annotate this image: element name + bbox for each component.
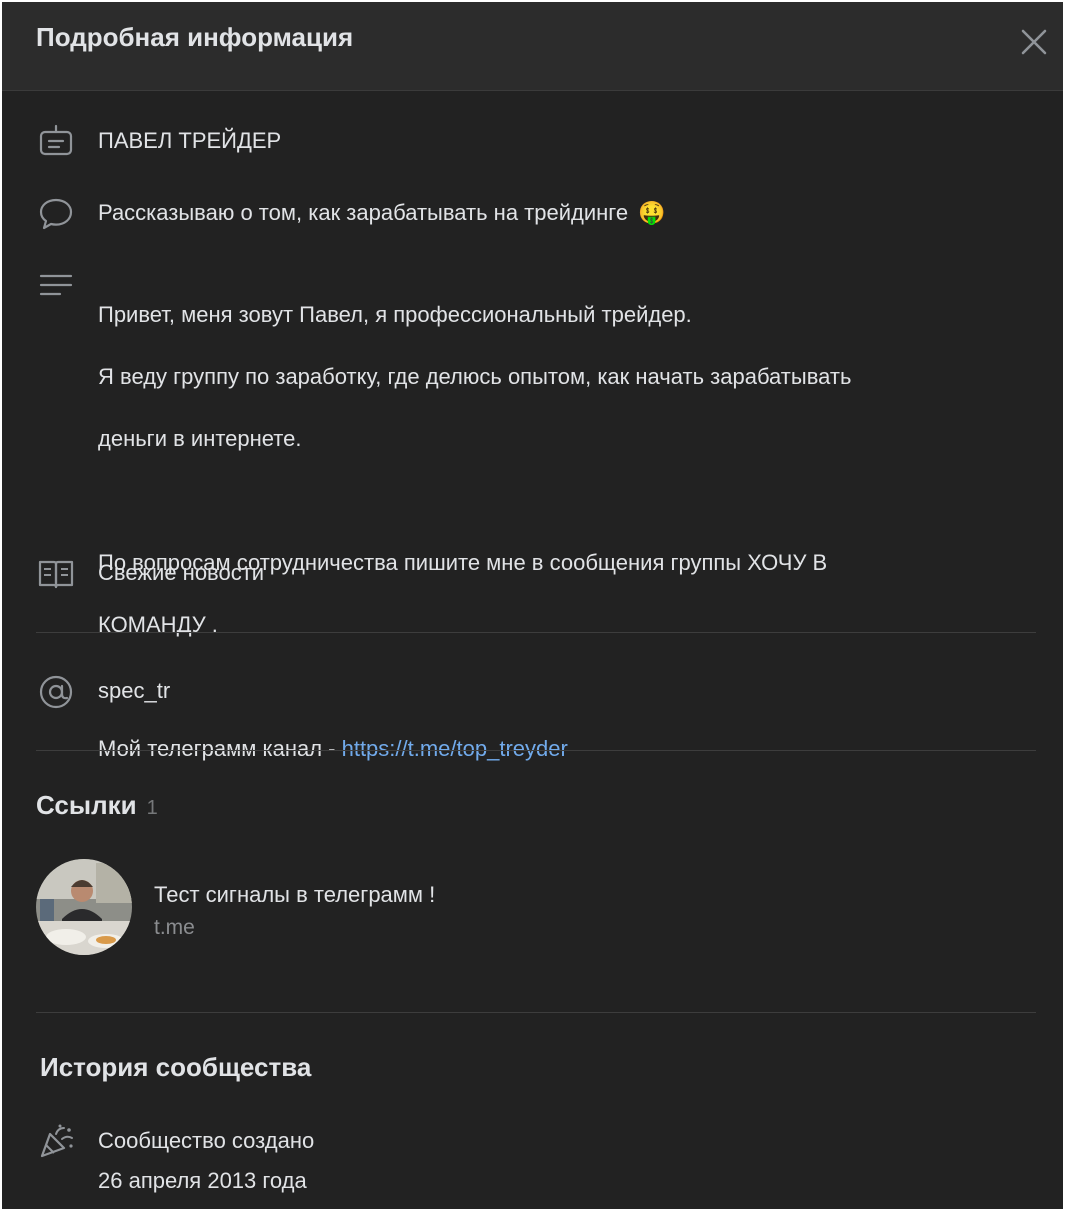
link-title[interactable]: Тест сигналы в телеграмм ! xyxy=(154,882,435,908)
telegram-line: Мой телеграмм канал - https://t.me/top_t… xyxy=(98,733,1018,764)
money-face-emoji: 🤑 xyxy=(638,200,666,225)
divider xyxy=(36,1012,1036,1013)
description-line: деньги в интернете. xyxy=(98,426,302,451)
history-section-title: История сообщества xyxy=(40,1052,312,1082)
link-domain: t.me xyxy=(154,916,195,939)
short-name[interactable]: spec_tr xyxy=(98,678,170,704)
history-event: Сообщество создано xyxy=(98,1128,315,1153)
modal-title: Подробная информация xyxy=(36,22,354,52)
at-sign-icon xyxy=(39,675,73,709)
telegram-prefix: Мой телеграмм канал - xyxy=(98,736,342,761)
text-lines-icon xyxy=(39,274,73,296)
avatar-photo xyxy=(36,859,132,955)
telegram-link[interactable]: https://t.me/top_treyder xyxy=(342,736,568,761)
divider xyxy=(36,750,1036,751)
news-link[interactable]: Свежие новости xyxy=(98,560,264,586)
links-count: 1 xyxy=(146,797,158,819)
bot-icon xyxy=(39,124,73,156)
community-description: Привет, меня зовут Павел, я профессионал… xyxy=(98,268,1018,795)
link-avatar xyxy=(36,859,132,955)
description-line: Я веду группу по заработку, где делюсь о… xyxy=(98,364,852,389)
close-button[interactable] xyxy=(1016,24,1052,60)
status-text: Рассказываю о том, как зарабатывать на т… xyxy=(98,200,629,225)
links-title: Ссылки xyxy=(36,790,137,820)
divider xyxy=(36,632,1036,633)
community-status: Рассказываю о том, как зарабатывать на т… xyxy=(98,200,666,226)
modal-header: Подробная информация xyxy=(2,2,1063,91)
close-icon xyxy=(1021,29,1047,55)
speech-bubble-icon xyxy=(39,198,73,230)
party-popper-icon xyxy=(40,1124,73,1158)
description-line: КОМАНДУ . xyxy=(98,612,218,637)
details-modal: Подробная информация ПАВЕЛ ТРЕЙДЕР Расск… xyxy=(2,2,1063,1209)
links-section-title: Ссылки 1 xyxy=(36,790,158,821)
community-name: ПАВЕЛ ТРЕЙДЕР xyxy=(98,128,282,153)
history-date: 26 апреля 2013 года xyxy=(98,1168,307,1193)
description-line: Привет, меня зовут Павел, я профессионал… xyxy=(98,302,692,327)
open-book-icon xyxy=(38,560,74,589)
